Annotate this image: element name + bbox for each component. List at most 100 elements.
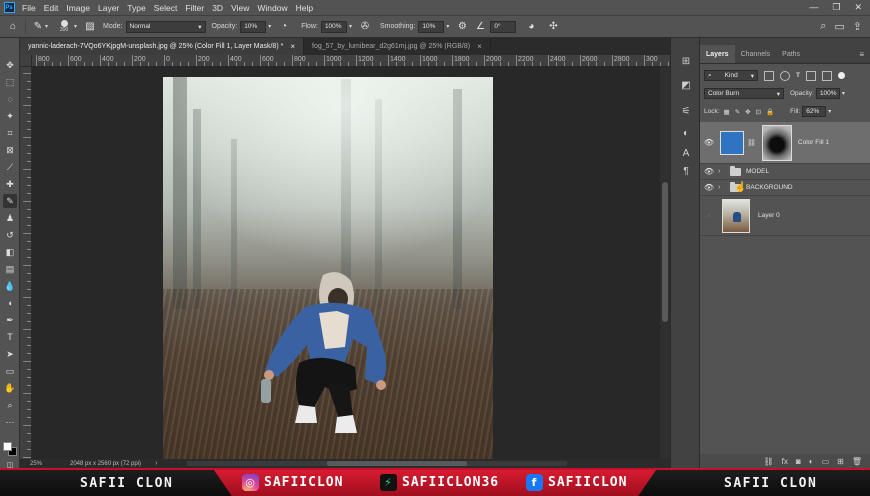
adjustments-panel-icon[interactable]: ◐ <box>679 126 693 140</box>
tool-preset-chevron-icon[interactable]: ▾ <box>45 23 48 30</box>
share-icon[interactable]: ⇪ <box>853 20 862 33</box>
crop-tool-icon[interactable]: ⌗ <box>3 126 17 140</box>
opacity-chevron-icon[interactable]: ▾ <box>268 23 271 30</box>
lock-position-icon[interactable]: ✥ <box>745 108 750 116</box>
layer-row-background[interactable]: 👁 › BACKGROUND ☝ <box>700 180 870 196</box>
menu-edit[interactable]: Edit <box>40 3 63 13</box>
brush-picker-chevron-icon[interactable]: ▾ <box>74 23 77 30</box>
move-tool-icon[interactable]: ✥ <box>3 58 17 72</box>
tab-fog-57[interactable]: fog_57_by_lumibear_d2g61mj.jpg @ 25% (RG… <box>304 38 491 55</box>
menu-3d[interactable]: 3D <box>208 3 227 13</box>
minimize-button[interactable]: — <box>809 2 818 13</box>
type-tool-icon[interactable]: T <box>3 330 17 344</box>
filter-shape-icon[interactable] <box>805 70 816 81</box>
smoothing-input[interactable]: 10% <box>418 20 445 33</box>
layer-row-layer-0[interactable]: ▫ Layer 0 <box>700 196 870 236</box>
status-menu-arrow[interactable]: › <box>155 460 157 467</box>
search-icon[interactable]: ⌕ <box>820 20 826 33</box>
eyedropper-tool-icon[interactable]: ⟋ <box>3 160 17 174</box>
layer-mask-thumbnail[interactable] <box>761 124 792 161</box>
menu-window[interactable]: Window <box>253 3 291 13</box>
vertical-ruler[interactable] <box>20 67 32 459</box>
menu-select[interactable]: Select <box>150 3 182 13</box>
brush-size-picker[interactable]: 300 <box>54 20 74 33</box>
lock-all-icon[interactable]: 🔒 <box>766 108 774 116</box>
home-icon[interactable]: ⌂ <box>6 20 20 34</box>
gradient-tool-icon[interactable]: ▤ <box>3 262 17 276</box>
layer-row-color-fill[interactable]: 👁 ⛓ Color Fill 1 <box>700 122 870 164</box>
close-window-button[interactable]: ✕ <box>854 2 862 13</box>
menu-help[interactable]: Help <box>292 3 317 13</box>
foreground-color-swatch[interactable] <box>3 442 12 451</box>
horizontal-ruler[interactable]: 800 600 400 200 0 200 400 600 800 1000 1200 1400 160… <box>32 55 670 67</box>
menu-file[interactable]: File <box>18 3 40 13</box>
visibility-hidden-box[interactable]: ▫ <box>700 211 718 220</box>
tab-layers[interactable]: Layers <box>700 45 735 63</box>
lock-artboard-icon[interactable]: ⊡ <box>756 108 761 116</box>
document-image[interactable] <box>163 77 493 459</box>
filter-adjustment-icon[interactable] <box>780 70 790 81</box>
workspace-icon[interactable]: ▭ <box>834 20 844 33</box>
healing-brush-tool-icon[interactable]: ✚ <box>3 177 17 191</box>
airbrush-icon[interactable]: ✇ <box>358 20 372 34</box>
marquee-tool-icon[interactable]: ⬚ <box>3 75 17 89</box>
trash-icon[interactable]: 🗑 <box>852 457 862 466</box>
smoothing-chevron-icon[interactable]: ▾ <box>446 23 449 30</box>
group-expand-chevron-icon[interactable]: › <box>718 168 728 175</box>
maximize-button[interactable]: ❐ <box>832 2 840 13</box>
fill-input[interactable]: 62% <box>802 106 827 117</box>
zoom-level[interactable]: 25% <box>20 461 50 467</box>
gear-icon[interactable]: ⚙ <box>455 20 469 34</box>
menu-filter[interactable]: Filter <box>181 3 208 13</box>
actions-panel-icon[interactable]: ◩ <box>679 78 693 92</box>
lasso-tool-icon[interactable]: ◌ <box>3 92 17 106</box>
symmetry-icon[interactable]: ✣ <box>546 20 560 34</box>
paragraph-panel-icon[interactable]: ¶ <box>679 164 693 178</box>
folder-icon[interactable]: ▭ <box>822 457 830 466</box>
filter-pixel-icon[interactable] <box>764 70 774 81</box>
visibility-eye-icon[interactable]: 👁 <box>700 183 718 192</box>
path-select-tool-icon[interactable]: ➤ <box>3 347 17 361</box>
mask-link-icon[interactable]: ⛓ <box>747 139 756 147</box>
fill-chevron-icon[interactable]: ▾ <box>828 108 831 115</box>
horizontal-scrollbar-thumb[interactable] <box>327 461 468 466</box>
filter-smart-object-icon[interactable] <box>821 70 832 81</box>
brush-settings-icon[interactable]: ▨ <box>83 20 97 34</box>
fx-icon[interactable]: fx <box>782 457 788 466</box>
pressure-opacity-icon[interactable]: ◔ <box>277 20 291 34</box>
layer-row-model[interactable]: 👁 › MODEL <box>700 164 870 180</box>
panel-menu-icon[interactable]: ≡ <box>859 45 864 63</box>
menu-type[interactable]: Type <box>123 3 149 13</box>
history-panel-icon[interactable]: ⊞ <box>679 54 693 68</box>
flow-chevron-icon[interactable]: ▾ <box>349 23 352 30</box>
filter-toggle-icon[interactable] <box>837 72 845 79</box>
pen-tool-icon[interactable]: ✒ <box>3 313 17 327</box>
lock-transparent-icon[interactable]: ▦ <box>724 108 730 116</box>
character-panel-icon[interactable]: A <box>679 146 693 160</box>
layer-opacity-chevron-icon[interactable]: ▾ <box>842 90 845 97</box>
mask-icon[interactable]: ◙ <box>796 457 801 466</box>
brush-tool-icon[interactable]: ✎ <box>31 20 45 34</box>
tab-yannic-laderach[interactable]: yannic-laderach-7VQo6YKjpgM-unsplash.jpg… <box>20 38 305 55</box>
new-layer-icon[interactable]: ⊞ <box>837 457 844 466</box>
opacity-input[interactable]: 10% <box>240 20 267 33</box>
vertical-scrollbar-thumb[interactable] <box>662 182 668 322</box>
eraser-tool-icon[interactable]: ◧ <box>3 245 17 259</box>
visibility-eye-icon[interactable]: 👁 <box>700 167 718 176</box>
link-icon[interactable]: ⛓ <box>764 457 774 466</box>
frame-tool-icon[interactable]: ⊠ <box>3 143 17 157</box>
canvas-area[interactable] <box>32 67 660 459</box>
vertical-scrollbar[interactable] <box>660 67 670 459</box>
tab-paths[interactable]: Paths <box>776 45 806 63</box>
blur-tool-icon[interactable]: 💧 <box>3 279 17 293</box>
menu-layer[interactable]: Layer <box>94 3 123 13</box>
menu-image[interactable]: Image <box>62 3 94 13</box>
group-expand-chevron-icon[interactable]: › <box>718 184 728 191</box>
ruler-origin[interactable] <box>20 55 32 67</box>
close-tab-icon[interactable]: × <box>477 42 482 51</box>
properties-panel-icon[interactable]: ⚟ <box>679 104 693 118</box>
filter-type-icon[interactable]: T <box>796 72 800 79</box>
history-brush-tool-icon[interactable]: ↺ <box>3 228 17 242</box>
brush-tool-icon[interactable]: ✎ <box>3 194 17 208</box>
clone-stamp-tool-icon[interactable]: ♟ <box>3 211 17 225</box>
